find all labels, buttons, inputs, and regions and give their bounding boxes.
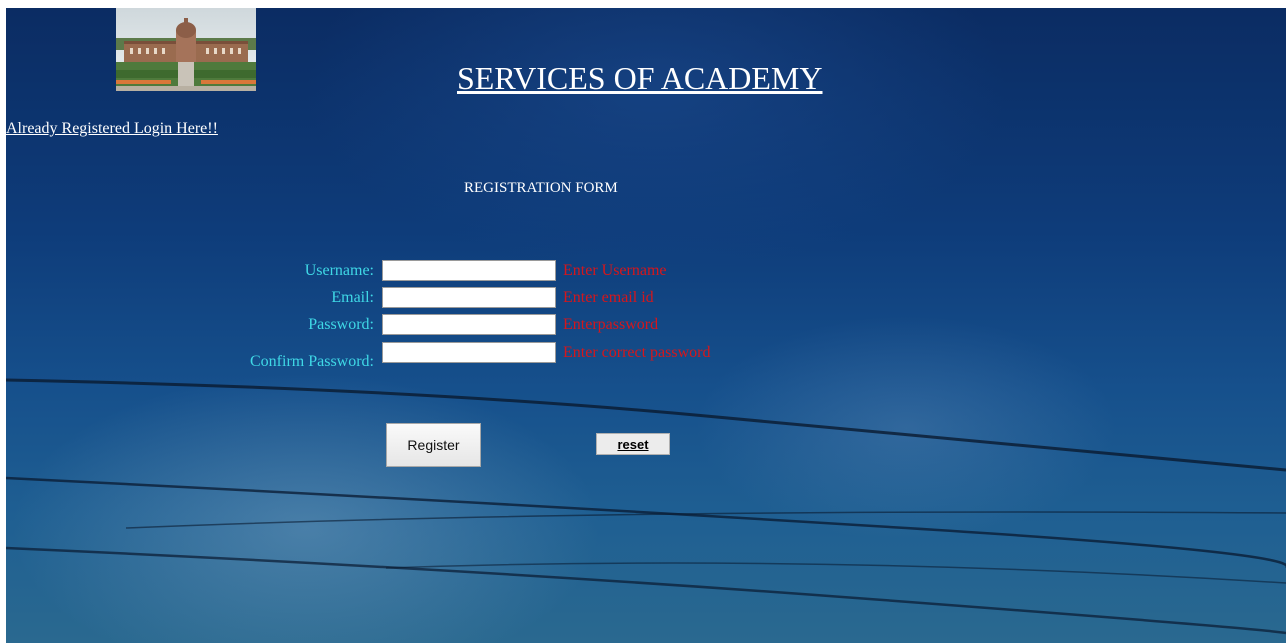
password-input[interactable] (382, 314, 556, 335)
email-input[interactable] (382, 287, 556, 308)
confirm-password-hint: Enter correct password (563, 344, 711, 361)
page-background: SERVICES OF ACADEMY Already Registered L… (6, 8, 1286, 643)
email-hint: Enter email id (563, 289, 654, 306)
username-hint: Enter Username (563, 262, 667, 279)
email-label: Email: (331, 289, 374, 306)
register-button[interactable]: Register (386, 423, 481, 467)
reset-button[interactable]: reset (596, 433, 670, 455)
password-label: Password: (308, 316, 374, 333)
username-input[interactable] (382, 260, 556, 281)
password-hint: Enterpassword (563, 316, 659, 333)
username-label: Username: (304, 262, 374, 279)
confirm-password-input[interactable] (382, 342, 556, 363)
academy-building-image (116, 8, 256, 91)
login-link[interactable]: Already Registered Login Here!! (6, 120, 218, 138)
page-title: SERVICES OF ACADEMY (457, 60, 823, 96)
form-heading: REGISTRATION FORM (464, 180, 618, 196)
confirm-password-label: Confirm Password: (250, 353, 374, 370)
